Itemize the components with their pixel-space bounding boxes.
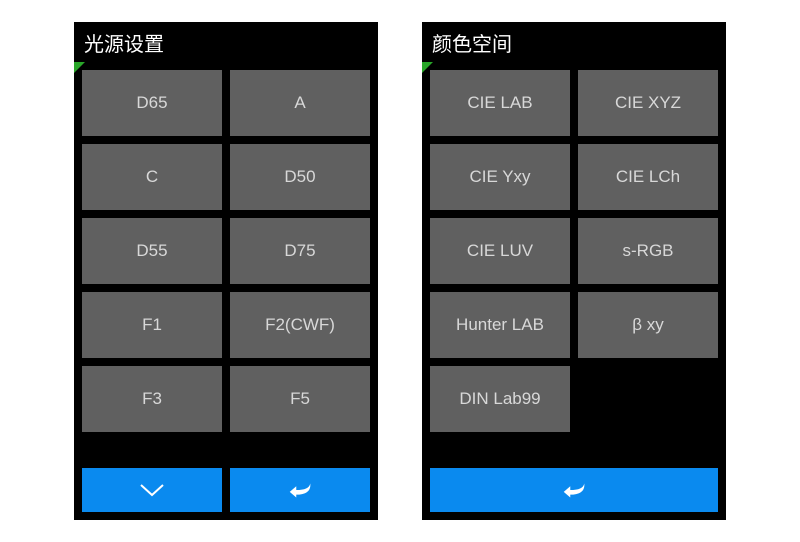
chevron-down-icon (138, 480, 166, 500)
option-cie-xyz[interactable]: CIE XYZ (578, 70, 718, 136)
option-cie-lch[interactable]: CIE LCh (578, 144, 718, 210)
option-beta-xy[interactable]: β xy (578, 292, 718, 358)
back-button[interactable] (230, 468, 370, 512)
option-din-lab99[interactable]: DIN Lab99 (430, 366, 570, 432)
light-source-panel: 光源设置 D65 A C D50 D55 D75 F1 F2(CWF) F3 F… (74, 22, 378, 520)
option-c[interactable]: C (82, 144, 222, 210)
panel-header: 光源设置 (74, 22, 378, 62)
panel-header: 颜色空间 (422, 22, 726, 62)
options-grid: CIE LAB CIE XYZ CIE Yxy CIE LCh CIE LUV … (422, 62, 726, 460)
option-d55[interactable]: D55 (82, 218, 222, 284)
back-arrow-icon (560, 480, 588, 500)
option-f3[interactable]: F3 (82, 366, 222, 432)
option-a[interactable]: A (230, 70, 370, 136)
panel-title: 颜色空间 (432, 28, 512, 57)
option-d75[interactable]: D75 (230, 218, 370, 284)
option-f5[interactable]: F5 (230, 366, 370, 432)
option-f1[interactable]: F1 (82, 292, 222, 358)
option-cie-lab[interactable]: CIE LAB (430, 70, 570, 136)
color-space-panel: 颜色空间 CIE LAB CIE XYZ CIE Yxy CIE LCh CIE… (422, 22, 726, 520)
back-button[interactable] (430, 468, 718, 512)
options-grid: D65 A C D50 D55 D75 F1 F2(CWF) F3 F5 (74, 62, 378, 460)
selection-indicator-icon (422, 62, 433, 73)
footer-actions (74, 460, 378, 520)
option-f2cwf[interactable]: F2(CWF) (230, 292, 370, 358)
panel-title: 光源设置 (84, 28, 164, 57)
option-d50[interactable]: D50 (230, 144, 370, 210)
option-s-rgb[interactable]: s-RGB (578, 218, 718, 284)
selection-indicator-icon (74, 62, 85, 73)
option-d65[interactable]: D65 (82, 70, 222, 136)
option-cie-luv[interactable]: CIE LUV (430, 218, 570, 284)
scroll-down-button[interactable] (82, 468, 222, 512)
option-cie-yxy[interactable]: CIE Yxy (430, 144, 570, 210)
option-hunter-lab[interactable]: Hunter LAB (430, 292, 570, 358)
footer-actions (422, 460, 726, 520)
back-arrow-icon (286, 480, 314, 500)
